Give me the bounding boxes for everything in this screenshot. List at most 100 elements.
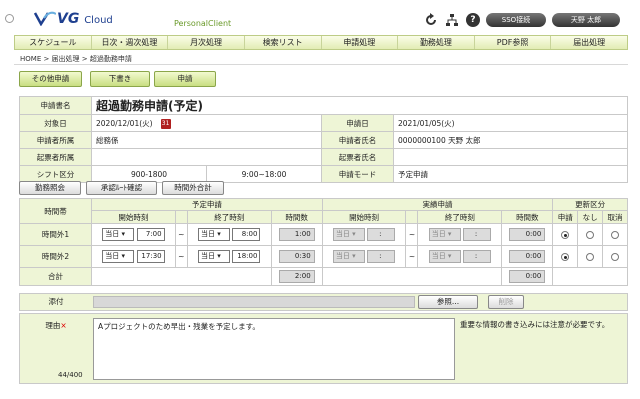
main-nav: スケジュール 日次・週次処理 月次処理 検索リスト 申請処理 勤務処理 PDF参… (14, 35, 628, 50)
nav-search[interactable]: 検索リスト (245, 36, 322, 49)
required-mark: × (60, 321, 67, 330)
day-select[interactable]: 当日 ▾ (198, 250, 231, 263)
band-header: 時間帯 (19, 198, 92, 224)
tilde: ~ (405, 223, 419, 246)
apply-button[interactable]: 申請 (154, 71, 216, 87)
shift-time: 9:00~18:00 (206, 165, 322, 183)
row2-opt-none[interactable] (577, 245, 604, 268)
actual-hours-header: 時間数 (501, 210, 554, 224)
row1-plan-end: 当日 ▾ 8:00 (186, 223, 272, 246)
menu-toggle-icon[interactable] (5, 14, 14, 23)
time-input[interactable]: 8:00 (232, 228, 261, 241)
user-menu-button[interactable]: 天野 太郎 (552, 13, 620, 27)
char-count: 44/400 (58, 371, 83, 379)
radio-none[interactable] (586, 253, 595, 261)
day-select: 当日 ▾ (428, 250, 461, 263)
approval-route-button[interactable]: 承認ﾙｰﾄ確認 (86, 181, 157, 195)
row1-actual-hours: 0:00 (501, 223, 554, 246)
row2-opt-cancel[interactable] (602, 245, 628, 268)
row1-opt-none[interactable] (577, 223, 604, 246)
browse-button[interactable]: 参照... (418, 295, 478, 309)
sso-button[interactable]: SSO接続 (486, 13, 546, 27)
time-input: : (367, 228, 396, 241)
apply-date-label: 申請日 (321, 114, 394, 132)
plan-end-header: 終了時刻 (186, 210, 272, 224)
row1-opt-cancel[interactable] (602, 223, 628, 246)
brand-logo: VG Cloud (57, 11, 113, 27)
day-select[interactable]: 当日 ▾ (102, 250, 135, 263)
reason-note: 重要な情報の書き込みには注意が必要です。 (460, 320, 610, 329)
nav-schedule[interactable]: スケジュール (15, 36, 92, 49)
nav-pdf[interactable]: PDF参照 (475, 36, 552, 49)
row1-opt-apply[interactable] (552, 223, 579, 246)
nav-monthly[interactable]: 月次処理 (168, 36, 245, 49)
radio-apply[interactable] (561, 253, 570, 261)
time-input[interactable]: 7:00 (136, 228, 165, 241)
row2-plan-start: 当日 ▾ 17:30 (91, 245, 176, 268)
radio-cancel[interactable] (611, 253, 620, 261)
breadcrumb: HOME > 届出処理 > 超過勤務申請 (20, 55, 132, 63)
opt-apply-header: 申請 (552, 210, 579, 224)
draft-button[interactable]: 下書き (90, 71, 150, 87)
other-apply-button[interactable]: その他申請 (19, 71, 82, 87)
shift-label: シフト区分 (19, 165, 92, 183)
vg-logo-icon (34, 11, 56, 26)
radio-apply[interactable] (561, 231, 570, 239)
row2-plan-hours: 0:30 (270, 245, 323, 268)
refresh-icon[interactable] (424, 13, 438, 27)
dept-value: 総務係 (91, 131, 322, 149)
mode-value: 予定申請 (393, 165, 628, 183)
attachment-file-field[interactable] (93, 296, 415, 308)
row2-plan-end: 当日 ▾ 18:00 (186, 245, 272, 268)
overtime-total-button[interactable]: 時間外合計 (162, 181, 224, 195)
attachment-row: 添付 参照... 削除 (19, 293, 628, 311)
total-update-spacer (552, 267, 628, 286)
radio-none[interactable] (586, 231, 595, 239)
name-label: 申請者氏名 (321, 131, 394, 149)
plan-spacer (174, 210, 188, 224)
help-icon[interactable]: ? (466, 13, 480, 27)
reason-textarea[interactable]: Aプロジェクトのため早出・残業を予定します。 (93, 318, 455, 380)
table-row: 時間外2 当日 ▾ 17:30 ~ 当日 ▾ 18:00 0:30 当日 ▾ :… (19, 245, 628, 268)
nav-apply[interactable]: 申請処理 (322, 36, 399, 49)
time-input[interactable]: 17:30 (136, 250, 165, 263)
day-select[interactable]: 当日 ▾ (198, 228, 231, 241)
calendar-icon[interactable]: 31 (160, 118, 171, 129)
type-label: 申請書名 (19, 96, 92, 115)
total-row: 合計 2:00 0:00 (19, 267, 628, 286)
row2-actual-end: 当日 ▾ : (417, 245, 503, 268)
time-input[interactable]: 18:00 (232, 250, 261, 263)
row2-actual-hours: 0:00 (501, 245, 554, 268)
tilde: ~ (174, 245, 188, 268)
row1-label: 時間外1 (19, 223, 92, 246)
opt-none-header: なし (577, 210, 604, 224)
tilde: ~ (174, 223, 188, 246)
attachment-label: 添付 (48, 297, 64, 306)
client-label: PersonalClient (174, 19, 232, 28)
shift-code: 900-1800 (91, 165, 207, 183)
day-select[interactable]: 当日 ▾ (102, 228, 135, 241)
row1-actual-start: 当日 ▾ : (321, 223, 407, 246)
draft-name-value (393, 148, 628, 166)
row1-plan-hours: 1:00 (270, 223, 323, 246)
mode-label: 申請モード (321, 165, 394, 183)
row2-actual-start: 当日 ▾ : (321, 245, 407, 268)
name-value: 0000000100 天野 太郎 (393, 131, 628, 149)
work-inquiry-button[interactable]: 勤務照会 (19, 181, 81, 195)
plan-hours-header: 時間数 (270, 210, 323, 224)
dept-label: 申請者所属 (19, 131, 92, 149)
nav-daily[interactable]: 日次・週次処理 (92, 36, 169, 49)
radio-cancel[interactable] (611, 231, 620, 239)
reason-row: 理由× 44/400 Aプロジェクトのため早出・残業を予定します。 重要な情報の… (19, 313, 628, 384)
application-type: 超過勤務申請(予定) (91, 96, 628, 115)
total-label: 合計 (19, 267, 92, 286)
draft-dept-label: 起票者所属 (19, 148, 92, 166)
sitemap-icon[interactable] (445, 13, 459, 27)
nav-notify[interactable]: 届出処理 (551, 36, 627, 49)
time-input: : (367, 250, 396, 263)
nav-work[interactable]: 勤務処理 (398, 36, 475, 49)
target-date: 2020/12/01(火) 31 (91, 114, 322, 132)
time-input: : (463, 228, 492, 241)
total-plan: 2:00 (270, 267, 323, 286)
row2-opt-apply[interactable] (552, 245, 579, 268)
